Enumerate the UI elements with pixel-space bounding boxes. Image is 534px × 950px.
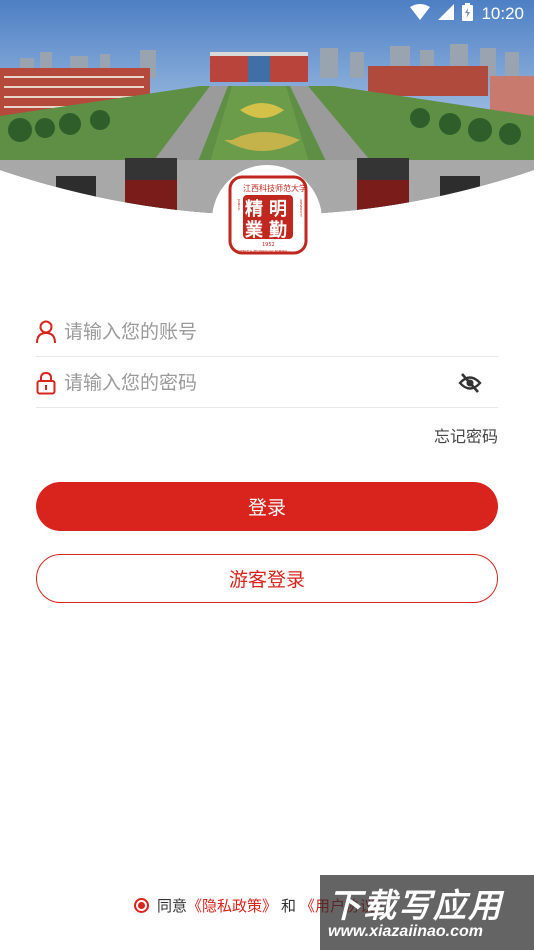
status-time: 10:20: [481, 4, 524, 23]
logo-glyph-3: 業: [244, 219, 264, 241]
privacy-policy-link[interactable]: 《隐私政策》: [187, 895, 277, 916]
guest-login-button[interactable]: 游客登录: [36, 554, 498, 603]
watermark-url: www.xiazaiinao.com: [328, 923, 484, 940]
guest-login-button-label: 游客登录: [228, 569, 305, 591]
password-input[interactable]: [64, 366, 444, 400]
lock-icon: [36, 371, 56, 395]
logo-glyph-1: 精: [245, 198, 263, 220]
logo-side-text-bottom: SCIENCE & TECHNOLOGY NORMAL: [236, 249, 288, 253]
logo-glyph-2: 明: [269, 199, 287, 220]
login-button-label: 登录: [247, 497, 286, 519]
login-button[interactable]: 登录: [36, 482, 498, 531]
logo-arc-text: 江西科技师范大学: [243, 183, 307, 193]
signal-icon: [438, 4, 455, 24]
agreement-conj: 和: [281, 896, 297, 915]
university-logo: 精 明 業 勤 江西科技师范大学 1952 SCIENCE & TECHNOLO…: [228, 175, 308, 255]
password-field[interactable]: [36, 358, 498, 408]
watermark: 下载写应用 www.xiazaiinao.com: [320, 875, 534, 950]
agree-radio[interactable]: [134, 897, 149, 913]
wifi-icon: [410, 4, 431, 24]
account-input[interactable]: [64, 315, 444, 349]
watermark-title: 下载写应用: [328, 886, 503, 925]
forgot-password-link[interactable]: 忘记密码: [434, 423, 498, 447]
logo-side-text-left: JIANGXI: [237, 198, 241, 210]
logo-glyph-4: 勤: [269, 219, 287, 241]
agreement-prefix: 同意: [157, 896, 188, 915]
logo-year: 1952: [262, 242, 275, 248]
status-bar: 10:20: [0, 0, 534, 28]
eye-off-icon[interactable]: [458, 372, 482, 394]
logo-side-text-right: UNIVERSITY: [299, 199, 303, 217]
battery-icon: [462, 3, 474, 25]
user-icon: [36, 320, 56, 344]
account-field[interactable]: [36, 307, 498, 357]
